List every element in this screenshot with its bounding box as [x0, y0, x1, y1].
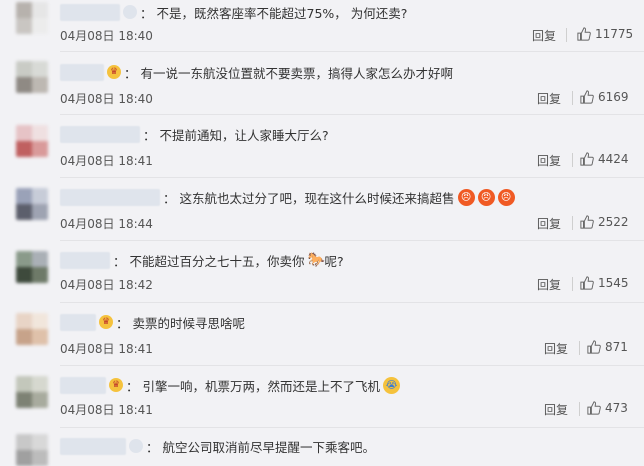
comment-text: 不能超过百分之七十五，你卖你	[129, 253, 305, 269]
reply-button[interactable]: 回复	[544, 340, 568, 357]
like-count: 2522	[598, 215, 629, 229]
like-button[interactable]: 4424	[580, 152, 629, 166]
comment-text: 引擎一响，机票万两，然而还是上不了飞机	[142, 378, 381, 394]
comment-date: 04月08日 18:41	[60, 154, 153, 168]
angry-emoji-icon: 😠	[457, 188, 475, 206]
reply-button[interactable]: 回复	[544, 401, 568, 418]
commenter-name[interactable]	[60, 376, 106, 394]
divider	[572, 277, 573, 291]
divider	[579, 341, 580, 355]
avatar[interactable]	[16, 125, 48, 157]
divider	[60, 365, 644, 366]
commenter-name[interactable]	[60, 3, 120, 21]
divider	[566, 28, 567, 42]
angry-emoji-icon: 😠	[477, 188, 495, 206]
like-button[interactable]: 2522	[580, 215, 629, 229]
commenter-name[interactable]	[60, 188, 160, 206]
avatar[interactable]	[16, 2, 48, 34]
comment-text: 不提前通知，让人家睡大厅么?	[159, 127, 329, 143]
comment-text: 呢?	[324, 253, 344, 269]
comment-date: 04月08日 18:41	[60, 403, 153, 417]
reply-button[interactable]: 回复	[532, 27, 556, 44]
reply-button[interactable]: 回复	[537, 90, 561, 107]
divider	[60, 51, 644, 52]
horse-emoji-icon: 🐎	[307, 251, 325, 268]
divider	[572, 216, 573, 230]
comment-date: 04月08日 18:40	[60, 29, 153, 43]
comment-date: 04月08日 18:44	[60, 217, 153, 231]
comment-text: 不是，既然客座率不能超过75%， 为何还卖?	[156, 5, 408, 21]
commenter-name[interactable]	[60, 125, 140, 143]
like-button[interactable]: 871	[587, 340, 628, 354]
crying-emoji-icon: 😭	[383, 376, 401, 394]
like-count: 6169	[598, 90, 629, 104]
avatar[interactable]	[16, 188, 48, 220]
thumbs-up-icon	[577, 27, 591, 41]
vip-crown-icon: ♛	[99, 315, 113, 329]
avatar[interactable]	[16, 313, 48, 345]
like-count: 11775	[595, 27, 634, 41]
like-button[interactable]: 6169	[580, 90, 629, 104]
commenter-name[interactable]	[60, 437, 126, 455]
angry-emoji-icon: 😠	[497, 188, 515, 206]
avatar[interactable]	[16, 376, 48, 408]
like-count: 1545	[598, 276, 629, 290]
commenter-name[interactable]	[60, 251, 110, 269]
divider	[579, 402, 580, 416]
comment-date: 04月08日 18:42	[60, 278, 153, 292]
like-count: 473	[605, 401, 628, 415]
comment-text: 有一说一东航没位置就不要卖票，搞得人家怎么办才好啊	[140, 65, 454, 81]
comment-date: 04月08日 18:40	[60, 92, 153, 106]
reply-button[interactable]: 回复	[537, 276, 561, 293]
comment-date: 04月08日 18:41	[60, 342, 153, 356]
thumbs-up-icon	[580, 215, 594, 229]
thumbs-up-icon	[587, 401, 601, 415]
like-count: 4424	[598, 152, 629, 166]
divider	[572, 91, 573, 105]
comment-text: 这东航也太过分了吧，现在这什么时候还来搞超售	[179, 190, 455, 206]
reply-button[interactable]: 回复	[537, 215, 561, 232]
thumbs-up-icon	[580, 90, 594, 104]
divider	[60, 427, 644, 428]
thumbs-up-icon	[587, 340, 601, 354]
divider	[572, 153, 573, 167]
divider	[60, 240, 644, 241]
avatar[interactable]	[16, 434, 48, 466]
divider	[60, 302, 644, 303]
like-button[interactable]: 11775	[577, 27, 633, 41]
commenter-name[interactable]	[60, 63, 104, 81]
comment-text: 卖票的时候寻思啥呢	[132, 315, 246, 331]
vip-crown-icon: ♛	[107, 65, 121, 79]
like-button[interactable]: 1545	[580, 276, 629, 290]
vip-crown-icon: ♛	[129, 439, 143, 453]
divider	[60, 114, 644, 115]
thumbs-up-icon	[580, 152, 594, 166]
divider	[60, 177, 644, 178]
vip-crown-icon: ♛	[109, 378, 123, 392]
avatar[interactable]	[16, 61, 48, 93]
thumbs-up-icon	[580, 276, 594, 290]
reply-button[interactable]: 回复	[537, 152, 561, 169]
like-button[interactable]: 473	[587, 401, 628, 415]
comment-text: 航空公司取消前尽早提醒一下乘客吧。	[162, 439, 376, 455]
commenter-name[interactable]	[60, 313, 96, 331]
like-count: 871	[605, 340, 628, 354]
vip-crown-icon: ♛	[123, 5, 137, 19]
avatar[interactable]	[16, 251, 48, 283]
